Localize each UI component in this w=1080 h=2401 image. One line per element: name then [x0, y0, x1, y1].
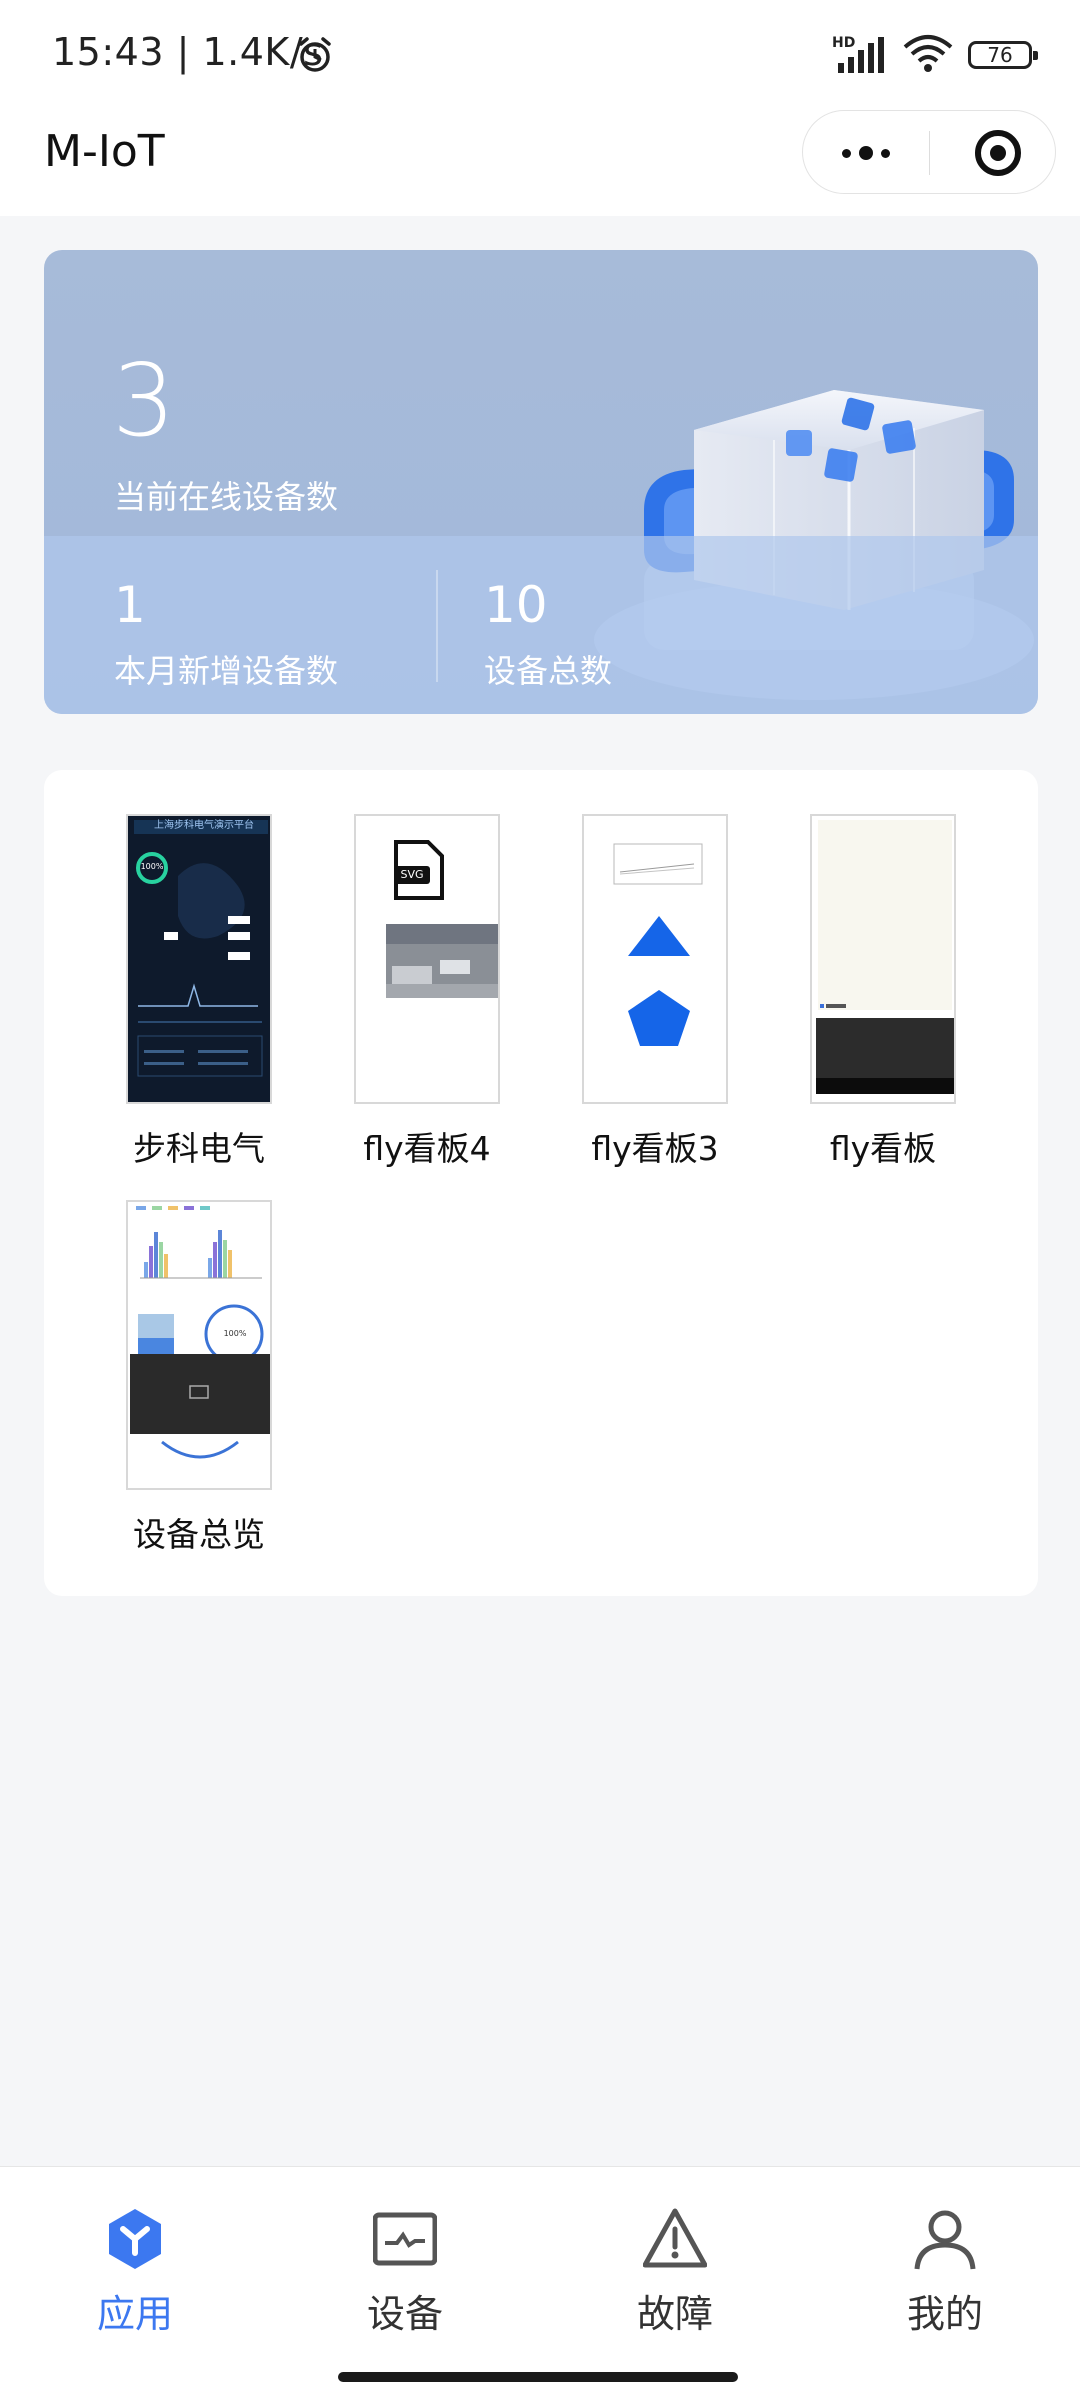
more-options-button[interactable] — [803, 111, 929, 195]
signal-icon: HD — [832, 35, 888, 75]
thumbnail-gauge-value: 100% — [223, 1329, 247, 1338]
apps-grid-card: 上海步科电气演示平台 100% 步科电气 SVG fly看板4 fly看板3 f… — [44, 770, 1038, 1596]
tab-label: 我的 — [906, 2292, 983, 2336]
app-label: fly看板3 — [591, 1129, 719, 1168]
tab-mine[interactable]: 我的 — [810, 2207, 1080, 2347]
app-tile-fly-board[interactable]: fly看板 — [770, 770, 996, 1168]
app-label: fly看板 — [829, 1129, 937, 1168]
apps-icon — [103, 2207, 167, 2271]
tab-label: 应用 — [96, 2292, 173, 2336]
app-thumbnail: SVG — [354, 814, 500, 1104]
app-title: M-IoT — [44, 126, 165, 177]
capsule-divider — [929, 131, 930, 175]
more-dot-icon — [842, 148, 851, 158]
device-stats-card: 3 当前在线设备数 1 本月新增设备数 10 设备总数 — [44, 250, 1038, 714]
new-device-label: 本月新增设备数 — [114, 652, 339, 690]
home-indicator[interactable] — [338, 2372, 738, 2382]
bottom-tab-bar: 应用 设备 故障 我的 — [0, 2166, 1080, 2401]
nav-bar: M-IoT — [0, 110, 1080, 216]
tab-apps[interactable]: 应用 — [0, 2207, 270, 2347]
mini-program-capsule — [802, 110, 1056, 194]
online-device-label: 当前在线设备数 — [114, 478, 339, 516]
status-bar: 15:43 | 1.4K/s HD 76 — [0, 0, 1080, 110]
app-thumbnail: 上海步科电气演示平台 100% — [126, 814, 272, 1104]
total-device-label: 设备总数 — [484, 652, 613, 690]
warning-icon — [642, 2207, 708, 2271]
user-icon — [913, 2207, 977, 2271]
app-thumbnail: 100% — [126, 1200, 272, 1490]
app-label: 设备总览 — [133, 1515, 265, 1554]
app-tile-fly-board-4[interactable]: SVG fly看板4 — [314, 770, 540, 1168]
online-device-count: 3 — [112, 342, 176, 459]
tab-label: 设备 — [366, 2292, 443, 2336]
status-icons: HD 76 — [832, 30, 1038, 80]
app-thumbnail — [810, 814, 956, 1104]
thumbnail-gauge-value: 100% — [140, 862, 164, 871]
svg-file-icon: SVG — [400, 868, 424, 881]
alarm-icon — [296, 36, 334, 78]
more-dot-icon — [881, 148, 890, 158]
more-dot-icon — [859, 146, 873, 160]
app-tile-buke-electric[interactable]: 上海步科电气演示平台 100% 步科电气 — [86, 770, 312, 1168]
app-tile-fly-board-3[interactable]: fly看板3 — [542, 770, 768, 1168]
tab-label: 故障 — [636, 2292, 713, 2336]
wifi-icon — [902, 33, 954, 77]
device-monitor-icon — [372, 2207, 438, 2271]
stats-divider — [436, 570, 438, 682]
app-tile-device-overview[interactable]: 100% 设备总览 — [86, 1156, 312, 1554]
thumbnail-header-text: 上海步科电气演示平台 — [154, 820, 254, 831]
new-device-count: 1 — [114, 576, 146, 634]
status-time: 15:43 | 1.4K/s — [52, 30, 324, 74]
tab-faults[interactable]: 故障 — [540, 2207, 810, 2347]
app-label: fly看板4 — [363, 1129, 491, 1168]
battery-indicator: 76 — [968, 41, 1038, 69]
app-thumbnail — [582, 814, 728, 1104]
close-miniprogram-button[interactable] — [975, 130, 1021, 176]
tab-devices[interactable]: 设备 — [270, 2207, 540, 2347]
total-device-count: 10 — [484, 576, 548, 634]
